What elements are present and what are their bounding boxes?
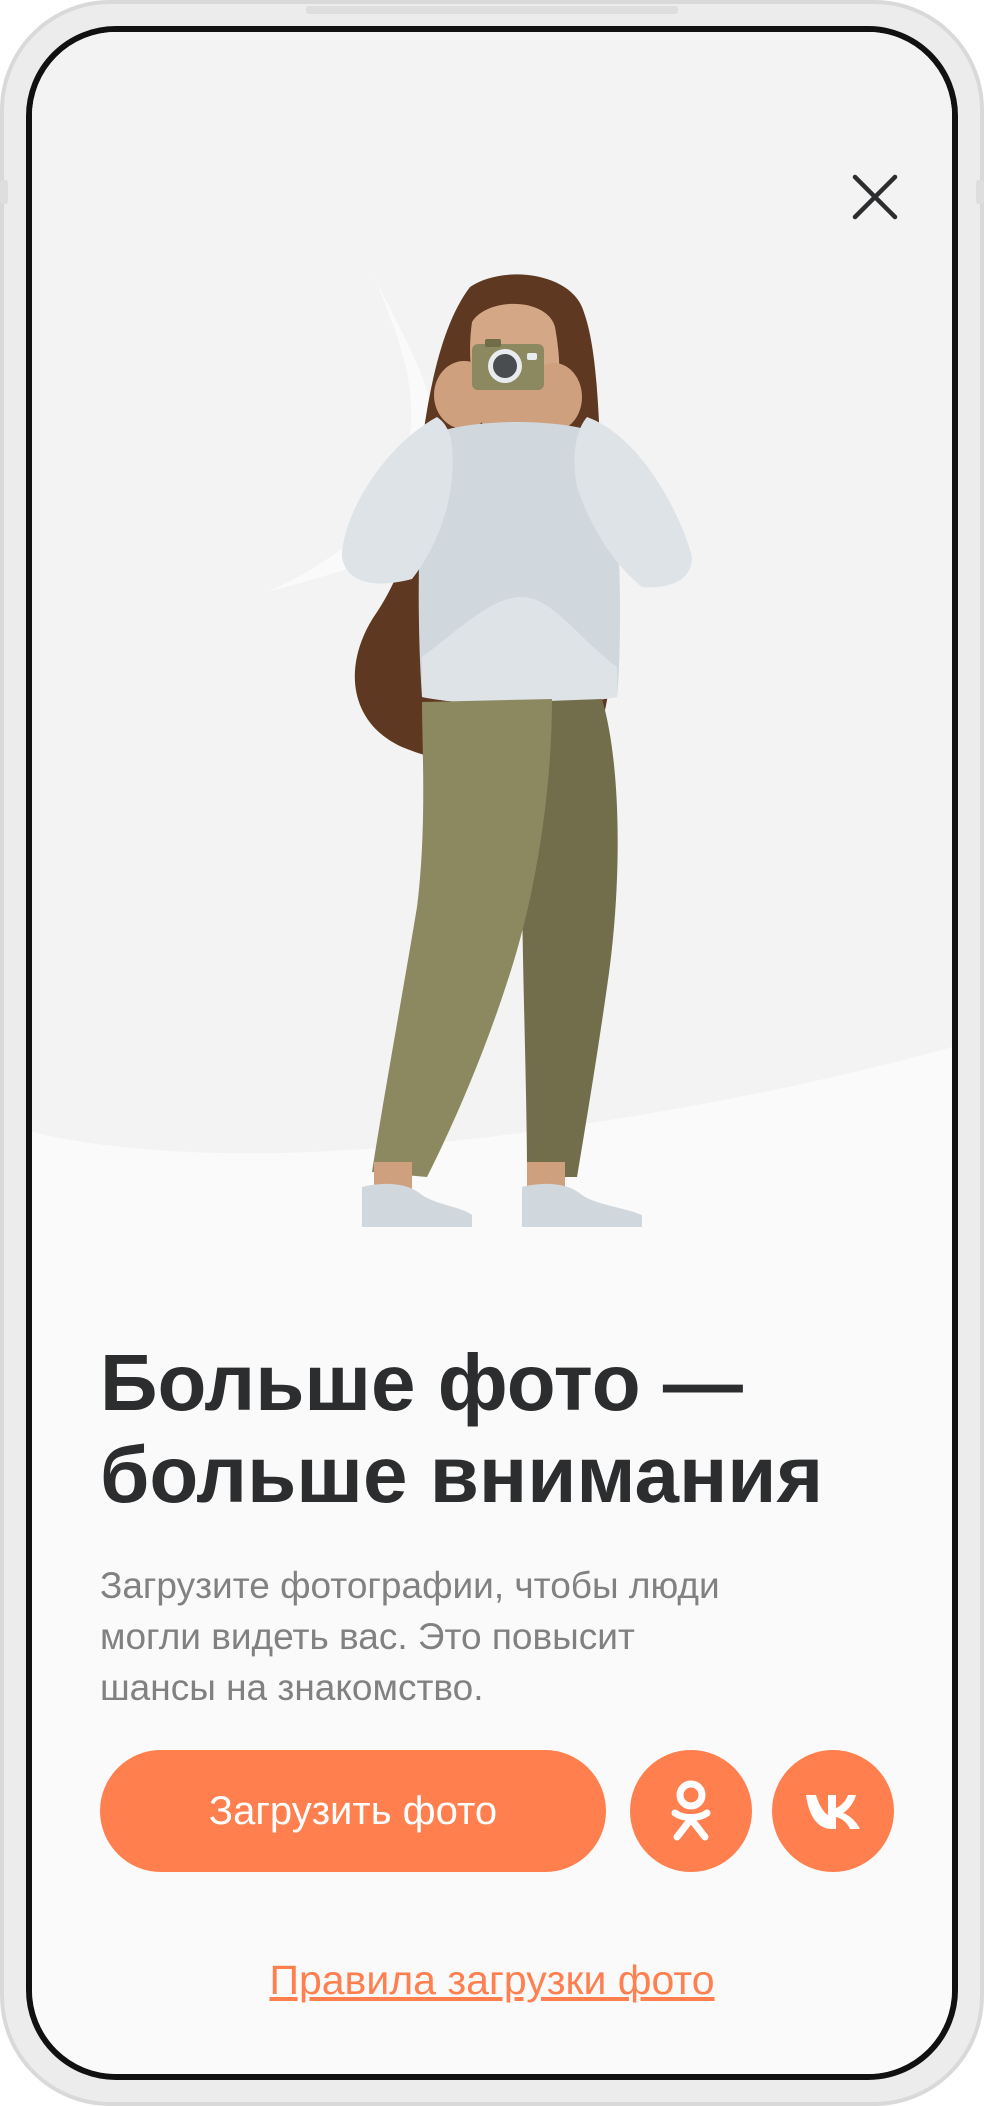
title-line-2: больше внимания xyxy=(100,1430,824,1519)
device-side-button-right xyxy=(976,180,984,204)
woman-with-camera-illustration xyxy=(342,274,692,1227)
close-button[interactable] xyxy=(840,162,910,232)
description-line-3: шансы на знакомство. xyxy=(100,1667,484,1708)
vk-button[interactable] xyxy=(772,1750,894,1872)
description-text: Загрузите фотографии, чтобы люди могли в… xyxy=(100,1560,820,1713)
upload-photo-button[interactable]: Загрузить фото xyxy=(100,1750,606,1872)
title-line-1: Больше фото — xyxy=(100,1338,743,1427)
description-line-1: Загрузите фотографии, чтобы люди xyxy=(100,1565,720,1606)
photo-rules-link[interactable]: Правила загрузки фото xyxy=(32,1957,952,2004)
close-icon xyxy=(852,174,898,220)
upload-photo-button-label: Загрузить фото xyxy=(208,1788,498,1833)
device-screen-bezel: Больше фото — больше внимания Загрузите … xyxy=(26,26,958,2080)
odnoklassniki-icon xyxy=(671,1780,711,1841)
page-title: Больше фото — больше внимания xyxy=(100,1337,900,1521)
description-line-2: могли видеть вас. Это повысит xyxy=(100,1616,635,1657)
device-top-speaker xyxy=(306,6,678,14)
vk-icon xyxy=(806,1795,860,1829)
photo-upload-modal: Больше фото — больше внимания Загрузите … xyxy=(32,32,952,2074)
device-side-button-left xyxy=(0,180,8,204)
odnoklassniki-button[interactable] xyxy=(630,1750,752,1872)
